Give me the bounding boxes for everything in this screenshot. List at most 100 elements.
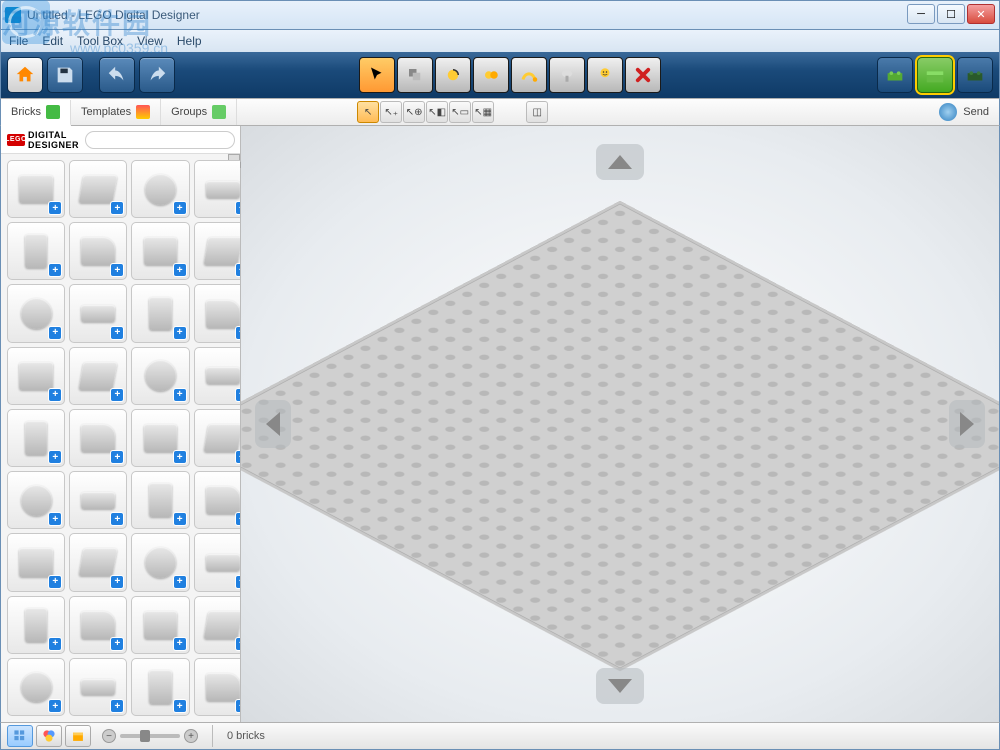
window-maximize-button[interactable]: ☐ [937, 4, 965, 24]
brick-palette-item[interactable]: + [69, 471, 127, 529]
add-brick-icon: + [111, 451, 123, 463]
brick-palette-item[interactable]: + [69, 596, 127, 654]
brick-palette-item[interactable]: + [194, 596, 240, 654]
brick-palette-item[interactable]: + [7, 471, 65, 529]
home-button[interactable] [7, 57, 43, 93]
brick-palette-item[interactable]: + [194, 284, 240, 342]
orbit-up-button[interactable] [596, 144, 644, 180]
brick-palette-item[interactable]: + [194, 160, 240, 218]
brick-palette-item[interactable]: + [131, 533, 189, 591]
redo-button[interactable] [139, 57, 175, 93]
add-brick-icon: + [49, 700, 61, 712]
brick-palette-item[interactable]: + [69, 533, 127, 591]
window-close-button[interactable]: ✕ [967, 4, 995, 24]
menu-edit[interactable]: Edit [42, 34, 63, 48]
select-single-button[interactable]: ↖ [357, 101, 379, 123]
delete-icon [634, 66, 652, 84]
tool-delete[interactable] [625, 57, 661, 93]
select-color-button[interactable]: ↖◧ [426, 101, 448, 123]
brick-thumbnail [206, 300, 240, 328]
baseplate[interactable] [241, 204, 999, 669]
menu-view[interactable]: View [137, 34, 163, 48]
tool-hinge-align[interactable] [473, 57, 509, 93]
brick-thumbnail [21, 298, 52, 329]
select-invert-button[interactable]: ◫ [526, 101, 548, 123]
select-all-button[interactable]: ↖▦ [472, 101, 494, 123]
select-multi-button[interactable]: ↖₊ [380, 101, 402, 123]
tool-select[interactable] [359, 57, 395, 93]
brick-palette-item[interactable]: + [131, 409, 189, 467]
brick-palette-item[interactable]: + [7, 658, 65, 716]
zoom-thumb[interactable] [140, 730, 150, 742]
brick-palette-item[interactable]: + [69, 222, 127, 280]
orbit-down-button[interactable] [596, 668, 644, 704]
brick-palette-item[interactable]: + [131, 284, 189, 342]
brick-palette-item[interactable]: + [69, 160, 127, 218]
zoom-out-button[interactable]: − [102, 729, 116, 743]
tool-flex[interactable] [511, 57, 547, 93]
menu-file[interactable]: File [9, 34, 28, 48]
tool-paint[interactable] [549, 57, 585, 93]
brick-palette-item[interactable]: + [7, 222, 65, 280]
brick-palette-item[interactable]: + [131, 160, 189, 218]
tab-groups[interactable]: Groups [161, 99, 237, 125]
brick-palette-item[interactable]: + [7, 596, 65, 654]
add-brick-icon: + [111, 638, 123, 650]
brick-palette-item[interactable]: + [69, 347, 127, 405]
palette-filter-set-button[interactable] [65, 725, 91, 747]
orbit-left-button[interactable] [255, 400, 291, 448]
zoom-track[interactable] [120, 734, 180, 738]
add-brick-icon: + [174, 264, 186, 276]
brick-palette-item[interactable]: + [194, 222, 240, 280]
tab-groups-label: Groups [171, 106, 207, 118]
palette-zoom-slider[interactable]: − + [102, 729, 198, 743]
brick-palette-item[interactable]: + [131, 347, 189, 405]
menu-help[interactable]: Help [177, 34, 202, 48]
3d-viewport[interactable] [241, 126, 999, 722]
palette-filter-color-button[interactable] [36, 725, 62, 747]
mode-view[interactable] [957, 57, 993, 93]
brick-thumbnail [203, 611, 240, 639]
brick-palette-item[interactable]: + [7, 409, 65, 467]
brick-palette-item[interactable]: + [131, 596, 189, 654]
undo-button[interactable] [99, 57, 135, 93]
palette-view-bricks-button[interactable] [7, 725, 33, 747]
tool-clone[interactable] [397, 57, 433, 93]
brick-palette-item[interactable]: + [194, 347, 240, 405]
brick-palette-item[interactable]: + [69, 409, 127, 467]
brick-palette-item[interactable]: + [194, 409, 240, 467]
mode-build-free[interactable] [877, 57, 913, 93]
brick-palette-item[interactable]: + [7, 160, 65, 218]
brick-palette-item[interactable]: + [7, 284, 65, 342]
brick-palette-item[interactable]: + [69, 284, 127, 342]
select-connected-button[interactable]: ↖⊕ [403, 101, 425, 123]
undo-icon [106, 64, 128, 86]
brick-palette-item[interactable]: + [131, 658, 189, 716]
brick-palette-item[interactable]: + [194, 658, 240, 716]
brick-palette-item[interactable]: + [131, 222, 189, 280]
mode-build-guided[interactable] [917, 57, 953, 93]
add-brick-icon: + [49, 327, 61, 339]
tool-hide[interactable] [587, 57, 623, 93]
brick-palette-item[interactable]: + [7, 533, 65, 591]
add-brick-icon: + [174, 638, 186, 650]
brick-palette-item[interactable]: + [131, 471, 189, 529]
save-button[interactable] [47, 57, 83, 93]
brick-palette-item[interactable]: + [194, 533, 240, 591]
lego-brand: LEGO DIGITAL DESIGNER [7, 130, 79, 150]
window-minimize-button[interactable]: ─ [907, 4, 935, 24]
globe-icon [939, 103, 957, 121]
brick-palette-item[interactable]: + [194, 471, 240, 529]
tab-templates[interactable]: Templates [71, 99, 161, 125]
select-shape-button[interactable]: ↖▭ [449, 101, 471, 123]
brick-palette-item[interactable]: + [69, 658, 127, 716]
menu-toolbox[interactable]: Tool Box [77, 34, 123, 48]
tool-hinge[interactable] [435, 57, 471, 93]
tab-bricks[interactable]: Bricks [1, 100, 71, 126]
send-button[interactable]: Send [939, 103, 989, 121]
orbit-right-button[interactable] [949, 400, 985, 448]
brick-dark-icon [964, 64, 986, 86]
brick-search-input[interactable] [85, 131, 235, 149]
zoom-in-button[interactable]: + [184, 729, 198, 743]
brick-palette-item[interactable]: + [7, 347, 65, 405]
